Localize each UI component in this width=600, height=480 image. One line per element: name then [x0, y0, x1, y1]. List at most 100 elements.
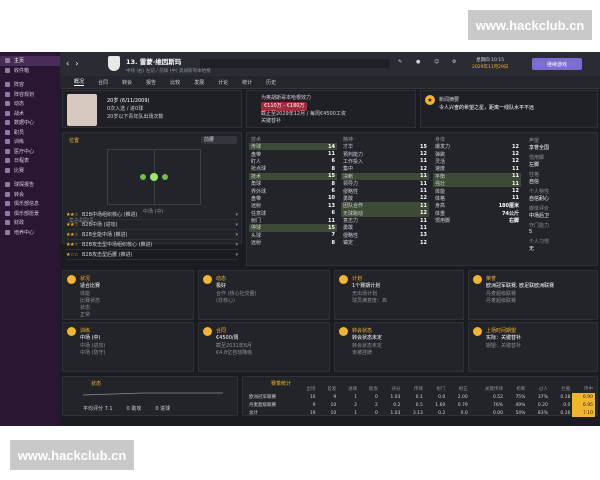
- sidebar-item-14[interactable]: 俱乐部信息: [0, 199, 60, 209]
- chevron-down-icon[interactable]: ▾: [235, 212, 238, 218]
- sidebar-item-15[interactable]: 俱乐部愿景: [0, 209, 60, 219]
- role-row[interactable]: ★★☆ B2B中场 (进攻) ▾: [66, 220, 238, 230]
- help-icon[interactable]: ●: [416, 59, 420, 65]
- info-value: 中场后卫: [529, 213, 550, 219]
- attribute-name: 勇敢: [343, 225, 354, 232]
- sidebar-item-label: 数据中心: [14, 120, 35, 127]
- stats-cell: 0.52: [492, 394, 504, 400]
- stats-panel: 赛季统计 出场 首发 进球 助攻 评分 传球 射门 射正 关键传球 抢断 过人 拦截 传中 欧洲冠军联赛…: [242, 376, 598, 417]
- role-row[interactable]: ★★☆ B2B全能中场 (推进) ▾: [66, 230, 238, 240]
- card-sub1: 截至2031年6月: [216, 343, 252, 349]
- tab-1[interactable]: 合同: [98, 79, 108, 86]
- info-card: 转会状态 转会状态未定 转会状态未定 未被挂牌: [334, 322, 464, 372]
- attribute-row: 强壮 11: [433, 179, 521, 188]
- info-value: 享誉全国: [529, 145, 550, 151]
- sidebar-item-10[interactable]: 日程表: [0, 156, 60, 166]
- tab-3[interactable]: 报告: [146, 79, 156, 86]
- attribute-row: 速度 11: [433, 165, 521, 173]
- tab-4[interactable]: 比较: [170, 79, 180, 86]
- sidebar-item-label: 俱乐部愿景: [14, 210, 40, 217]
- attribute-row: 勇敢 12: [341, 195, 429, 202]
- attribute-name: 身高: [435, 203, 446, 210]
- settings-icon[interactable]: ⚙: [452, 59, 456, 65]
- sidebar-item-13[interactable]: 转会: [0, 190, 60, 200]
- tab-8[interactable]: 历史: [266, 79, 276, 86]
- attribute-value: 15: [328, 224, 335, 231]
- sidebar-item-9[interactable]: 医疗中心: [0, 147, 60, 157]
- chevron-down-icon[interactable]: ▾: [235, 242, 238, 248]
- attribute-value: 11: [420, 188, 427, 195]
- stats-header: 助攻: [368, 387, 378, 392]
- scout-icon: [5, 182, 10, 188]
- data-icon: [5, 120, 10, 126]
- sidebar-item-16[interactable]: 财政: [0, 218, 60, 228]
- sidebar-item-7[interactable]: 职员: [0, 128, 60, 138]
- card-title: 合同: [216, 328, 227, 334]
- card-icon: [67, 275, 76, 284]
- tab-5[interactable]: 发展: [194, 79, 204, 86]
- tab-6[interactable]: 计论: [218, 79, 228, 86]
- stats-table: 出场 首发 进球 助攻 评分 传球 射门 射正 关键传球 抢断 过人 拦截 传中 欧洲冠军联赛 10 9 1 0…: [247, 385, 595, 417]
- face-icon[interactable]: ☺: [434, 59, 439, 65]
- stats-cell: 10: [330, 402, 337, 408]
- tab-2[interactable]: 转会: [122, 79, 132, 86]
- attribute-row: 侵略性 13: [341, 232, 429, 239]
- role-left: ★★☆ B2B攻击型中场组织核心 (推进): [66, 241, 153, 249]
- stats-cell: 0.20: [537, 402, 548, 408]
- role-row[interactable]: ★★☆ B2B中场组织核心 (推进) ▾: [66, 210, 238, 220]
- back-icon[interactable]: ‹: [66, 59, 69, 68]
- card-sub1: 体能: [80, 291, 91, 297]
- sidebar-item-1[interactable]: 收件箱: [0, 66, 60, 76]
- sidebar-item-17[interactable]: 培养中心: [0, 228, 60, 238]
- form-assists: 0 助攻: [126, 406, 142, 412]
- attribute-value: 15: [420, 143, 427, 150]
- attribute-row: 平衡 11: [433, 172, 521, 180]
- sidebar-item-11[interactable]: 比赛: [0, 166, 60, 176]
- role-left: ★★☆ B2B中场组织核心 (推进): [66, 211, 138, 219]
- sidebar-item-2[interactable]: 阵容: [0, 80, 60, 90]
- attribute-value: 11: [420, 158, 427, 165]
- attribute-name: 射门: [251, 218, 262, 225]
- inbox-icon: [5, 67, 10, 73]
- stats-cell: 49%: [515, 402, 526, 408]
- attribute-name: 强壮: [435, 181, 446, 188]
- chevron-down-icon[interactable]: ▾: [235, 222, 238, 228]
- card-title: 上场时间期望: [486, 328, 517, 334]
- sidebar-item-5[interactable]: 战术: [0, 109, 60, 119]
- stats-cell: 0.16: [560, 410, 571, 416]
- attribute-row: 盘带 10: [249, 195, 337, 202]
- role-row[interactable]: ★☆☆ B2B攻击型后腰 (推进) ▾: [66, 250, 238, 260]
- attribute-row: 惯用脚 右脚: [433, 217, 521, 224]
- chevron-down-icon[interactable]: ▾: [235, 232, 238, 238]
- edit-icon[interactable]: ✎: [398, 59, 402, 65]
- sidebar-item-3[interactable]: 阵容规划: [0, 90, 60, 100]
- attribute-value: 11: [328, 151, 335, 158]
- tab-0[interactable]: 概况: [74, 78, 85, 86]
- attribute-row: 领导力 11: [341, 180, 429, 188]
- stats-cell: 54%: [515, 410, 526, 416]
- tab-bar: 概况 合同 转会 报告 比较 发展 计论 统计 历史: [60, 76, 600, 89]
- card-main: 1个赛期计划: [352, 283, 381, 289]
- chevron-down-icon[interactable]: ▾: [235, 252, 238, 258]
- search-input[interactable]: [200, 59, 390, 68]
- role-row[interactable]: ★★☆ B2B攻击型中场组织核心 (推进) ▾: [66, 240, 238, 250]
- attribute-name: 工作投入: [343, 158, 364, 165]
- attribute-value: 11: [420, 202, 427, 209]
- sidebar-item-0[interactable]: 主页: [0, 56, 60, 66]
- attribute-value: 右脚: [508, 218, 519, 225]
- attribute-row: 体能 12: [433, 187, 521, 195]
- continue-button[interactable]: 继续游戏: [532, 58, 582, 70]
- sidebar-item-4[interactable]: 动态: [0, 99, 60, 109]
- attribute-row: 爆发力 12: [433, 143, 521, 151]
- role-stars: ★★☆: [66, 211, 78, 218]
- position-dot-left: [140, 174, 146, 180]
- sidebar-item-12[interactable]: 球探报告: [0, 180, 60, 190]
- attribute-value: 12: [420, 165, 427, 172]
- sidebar-item-6[interactable]: 数据中心: [0, 118, 60, 128]
- sidebar-item-label: 职员: [14, 129, 25, 136]
- sidebar-item-8[interactable]: 训练: [0, 137, 60, 147]
- tab-7[interactable]: 统计: [242, 79, 252, 86]
- news-panel: ★ 新闻摘要 令人兴奋的希望之星，距离一线队水平不远: [420, 90, 598, 128]
- role-select[interactable]: 前腰: [201, 136, 237, 144]
- forward-icon[interactable]: ›: [75, 59, 78, 68]
